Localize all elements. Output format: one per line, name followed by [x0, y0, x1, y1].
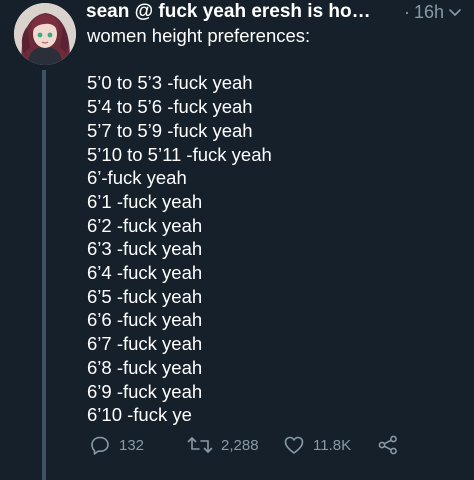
- chevron-down-icon[interactable]: [446, 3, 464, 21]
- tweet-line: 6’7 -fuck yeah: [87, 333, 203, 355]
- tweet-line: 6’-fuck yeah: [87, 167, 187, 189]
- tweet-header: sean @ fuck yeah eresh is home ... · 16h: [86, 0, 464, 24]
- tweet-line: 6’2 -fuck yeah: [87, 214, 203, 236]
- separator-dot: ·: [404, 1, 410, 22]
- tweet-line: 6’1 -fuck yeah: [87, 190, 203, 212]
- thread-line: [42, 70, 46, 480]
- tweet-text: women height preferences: 5’0 to 5’3 -fu…: [87, 24, 310, 427]
- like-button[interactable]: 11.8K: [283, 432, 351, 458]
- heart-icon: [283, 434, 305, 456]
- tweet-line: [87, 48, 310, 72]
- share-button[interactable]: [377, 432, 399, 458]
- like-count: 11.8K: [313, 436, 352, 454]
- tweet-line: 6’9 -fuck yeah: [87, 380, 203, 402]
- retweet-button[interactable]: 2,288: [187, 432, 259, 458]
- timestamp[interactable]: 16h: [414, 2, 444, 23]
- reply-count: 132: [119, 436, 145, 454]
- tweet-line: 6’6 -fuck yeah: [87, 309, 203, 331]
- retweet-count: 2,288: [221, 436, 259, 454]
- author-name[interactable]: sean @ fuck yeah eresh is home ...: [86, 1, 376, 23]
- reply-icon: [89, 434, 111, 456]
- retweet-icon: [187, 434, 213, 456]
- tweet-line: 6’4 -fuck yeah: [87, 262, 203, 284]
- tweet-line: 6’5 -fuck yeah: [87, 285, 203, 307]
- tweet-line: 6’8 -fuck yeah: [87, 356, 203, 378]
- tweet-line: 5’7 to 5’9 -fuck yeah: [87, 119, 253, 141]
- tweet-line: 5’0 to 5’3 -fuck yeah: [87, 72, 253, 94]
- tweet-line: 6’3 -fuck yeah: [87, 238, 203, 260]
- avatar-illustration: [14, 3, 76, 65]
- tweet-line: 6’10 -fuck ye: [87, 404, 192, 426]
- avatar[interactable]: [14, 3, 76, 65]
- tweet-line: 5’10 to 5’11 -fuck yeah: [87, 143, 272, 165]
- share-icon: [377, 434, 399, 456]
- tweet-line: 5’4 to 5’6 -fuck yeah: [87, 96, 253, 118]
- action-bar: 132 2,288 11.8K: [89, 432, 469, 458]
- tweet-line: women height preferences:: [87, 25, 311, 46]
- reply-button[interactable]: 132: [89, 432, 144, 458]
